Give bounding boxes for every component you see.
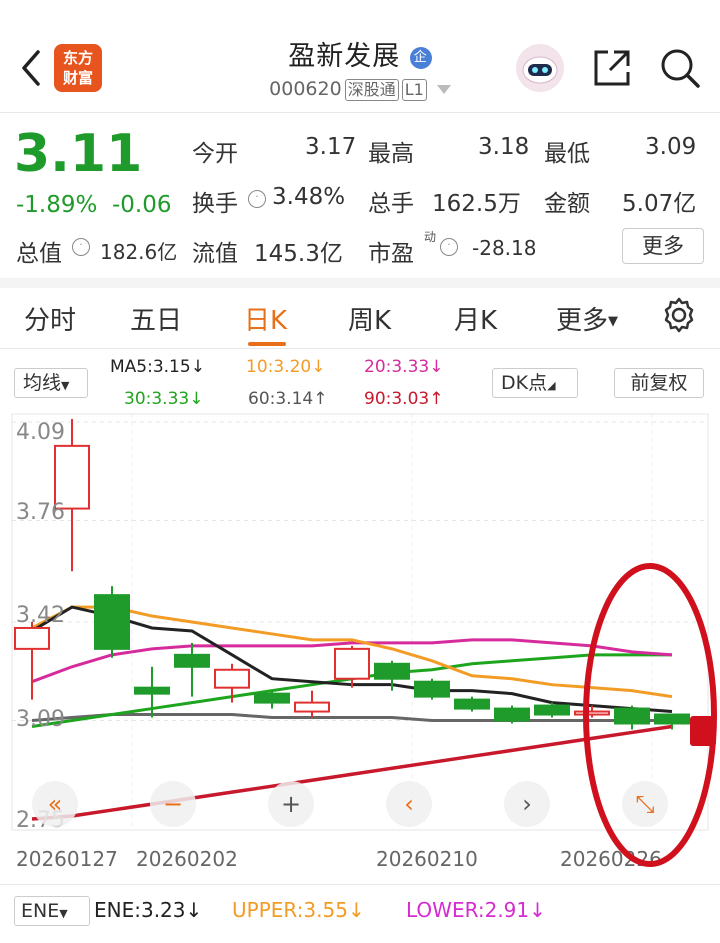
candle-body-7 xyxy=(254,692,290,704)
amount-value: 5.07亿 xyxy=(622,191,697,217)
enterprise-badge: 企 xyxy=(409,46,432,69)
ma-selector[interactable]: 均线▼ xyxy=(14,368,88,398)
change-percent: -1.89% xyxy=(16,192,98,218)
low-value: 3.09 xyxy=(645,134,697,160)
candle-body-14 xyxy=(534,704,570,716)
date-label-1: 20260127 xyxy=(16,847,118,871)
ene-selector-label: ENE xyxy=(21,900,60,922)
ene-lower: LOWER:2.91↓ xyxy=(406,898,546,922)
date-label-3: 20260210 xyxy=(376,847,478,871)
ene-upper: UPPER:3.55↓ xyxy=(232,898,365,922)
ene-selector[interactable]: ENE▼ xyxy=(14,896,90,926)
ma-selector-label: 均线 xyxy=(23,372,62,394)
more-button[interactable]: 更多 xyxy=(622,228,704,264)
ma20-label: 20:3.33↓ xyxy=(364,357,444,377)
dk-point-button[interactable]: DK点◢ xyxy=(492,368,578,398)
change-amount: -0.06 xyxy=(112,192,172,218)
tabs-divider xyxy=(0,348,720,349)
prev-button[interactable]: ‹ xyxy=(386,781,432,827)
crosshair-handle[interactable] xyxy=(690,716,716,746)
stock-name-text: 盈新发展 xyxy=(288,41,401,72)
zoom-out-button[interactable]: − xyxy=(150,781,196,827)
share-icon[interactable] xyxy=(590,46,634,90)
turnover-label: 换手 xyxy=(192,191,238,217)
next-button[interactable]: › xyxy=(504,781,550,827)
last-price: 3.11 xyxy=(14,124,143,184)
mcap-label: 总值 xyxy=(16,241,62,267)
amount-label: 金额 xyxy=(544,191,590,217)
dropdown-icon[interactable] xyxy=(436,85,451,94)
y-tick-2: 3.76 xyxy=(16,500,65,525)
high-value: 3.18 xyxy=(478,134,530,160)
dk-label: DK点 xyxy=(501,372,548,394)
open-value: 3.17 xyxy=(305,134,357,160)
candle-body-1 xyxy=(14,626,50,650)
candle-body-6 xyxy=(214,668,250,689)
ma10-label: 10:3.20↓ xyxy=(246,357,326,377)
ma90-line xyxy=(31,724,673,821)
float-value: 145.3亿 xyxy=(254,241,343,267)
y-tick-4: 3.09 xyxy=(16,707,65,732)
tab-five-day[interactable]: 五日 xyxy=(130,300,182,337)
high-label: 最高 xyxy=(368,141,414,167)
corner-icon: ◢ xyxy=(547,379,556,392)
turnover-info-icon[interactable]: · xyxy=(248,190,266,208)
y-tick-3: 3.42 xyxy=(16,603,65,628)
pe-superscript: 动 xyxy=(424,230,437,244)
candle-body-8 xyxy=(294,701,330,713)
stock-code: 000620 xyxy=(269,78,342,100)
y-tick-1: 4.09 xyxy=(16,420,65,445)
candle-body-9 xyxy=(334,647,370,680)
volume-label: 总手 xyxy=(368,191,414,217)
float-label: 流值 xyxy=(192,241,238,267)
ma90-label: 90:3.03↑ xyxy=(364,389,444,409)
search-icon[interactable] xyxy=(658,46,702,90)
low-label: 最低 xyxy=(544,141,590,167)
turnover-value: 3.48% xyxy=(272,184,346,210)
candle-body-4 xyxy=(134,686,170,695)
candle-body-13 xyxy=(494,707,530,722)
date-label-2: 20260202 xyxy=(136,847,238,871)
candle-body-10 xyxy=(374,662,410,680)
settings-icon[interactable] xyxy=(660,296,698,334)
robot-icon[interactable] xyxy=(516,44,564,92)
caret-down-icon: ▼ xyxy=(608,314,619,329)
pe-value: -28.18 xyxy=(472,236,537,260)
adjust-button[interactable]: 前复权 xyxy=(614,368,704,398)
ene-value: ENE:3.23↓ xyxy=(94,898,203,922)
tab-more-label: 更多 xyxy=(556,306,609,336)
volume-value: 162.5万 xyxy=(432,191,521,217)
tab-daily-k[interactable]: 日K xyxy=(244,300,287,337)
shenzhen-connect-tag: 深股通 xyxy=(344,79,399,101)
caret-down-icon: ▼ xyxy=(61,379,70,392)
pe-label: 市盈 xyxy=(368,241,414,267)
header-divider xyxy=(0,112,720,113)
ma30-label: 30:3.33↓ xyxy=(124,389,204,409)
active-tab-indicator xyxy=(248,342,286,346)
level-tag: L1 xyxy=(401,79,427,101)
pe-info-icon[interactable]: · xyxy=(440,238,458,256)
tab-more[interactable]: 更多▼ xyxy=(556,300,618,337)
tab-monthly-k[interactable]: 月K xyxy=(454,300,497,337)
ma5-label: MA5:3.15↓ xyxy=(110,357,205,377)
tab-intraday[interactable]: 分时 xyxy=(24,300,76,337)
annotation-circle xyxy=(583,563,717,867)
zoom-in-button[interactable]: + xyxy=(268,781,314,827)
app: 东方 财富 盈新发展 企 000620 深股通 L1 3.11 -1.89% -0.… xyxy=(0,0,720,943)
rewind-button[interactable]: « xyxy=(32,781,78,827)
candle-body-5 xyxy=(174,653,210,668)
tab-weekly-k[interactable]: 周K xyxy=(348,300,391,337)
quote-divider xyxy=(0,278,720,288)
candle-body-11 xyxy=(414,680,450,698)
caret-down-icon: ▼ xyxy=(59,907,68,920)
candle-body-12 xyxy=(454,698,490,710)
open-label: 今开 xyxy=(192,141,238,167)
mcap-info-icon[interactable]: · xyxy=(72,238,90,256)
mcap-value: 182.6亿 xyxy=(100,240,178,264)
ma60-label: 60:3.14↑ xyxy=(248,389,328,409)
ene-divider xyxy=(0,884,720,885)
candle-body-3 xyxy=(94,594,130,650)
